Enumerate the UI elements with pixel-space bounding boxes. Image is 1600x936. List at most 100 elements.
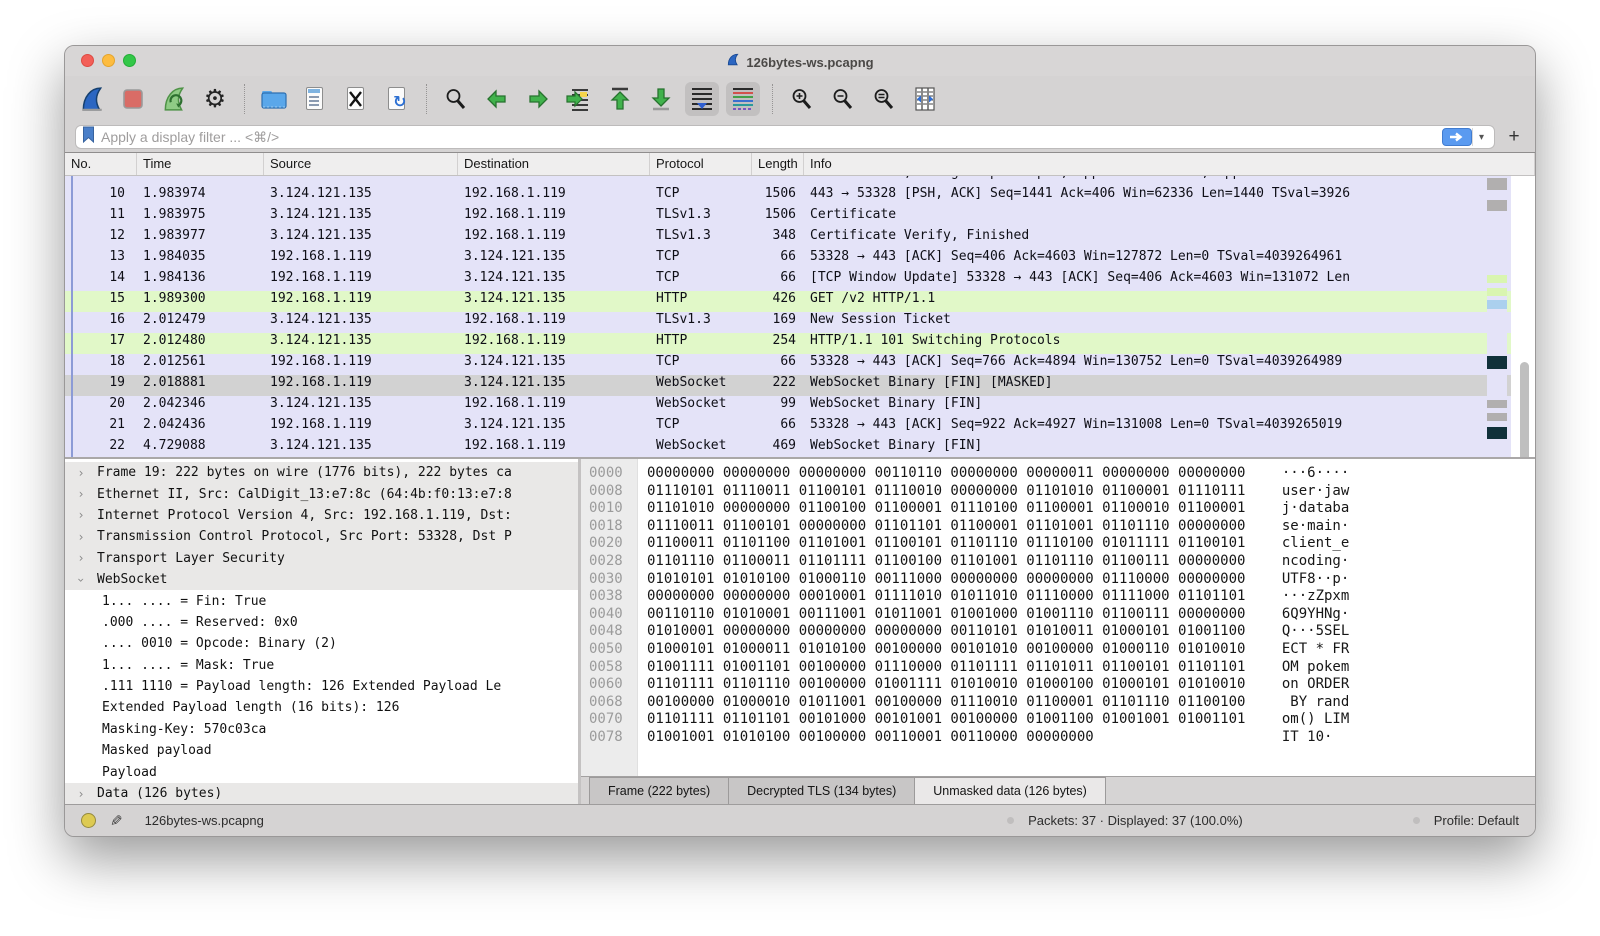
reload-file-icon[interactable]: ↻ [380,82,414,116]
detail-tree-row[interactable]: ›Internet Protocol Version 4, Src: 192.1… [65,505,578,526]
capture-options-icon[interactable]: ⚙ [198,82,232,116]
detail-tree-row[interactable]: ›WebSocket [65,569,578,590]
open-file-icon[interactable] [257,82,291,116]
column-header-info[interactable]: Info [804,153,1535,175]
display-filter-field[interactable]: ▾ [75,125,1495,149]
detail-tree-row[interactable]: Masked payload [65,740,578,761]
binary-row[interactable]: 002001100011 01101100 01101001 01100101 … [581,535,1535,553]
zoom-reset-icon[interactable] [867,82,901,116]
go-last-icon[interactable] [644,82,678,116]
byte-offset: 0050 [589,641,631,659]
auto-scroll-icon[interactable] [685,82,719,116]
binary-row[interactable]: 001001101010 00000000 01100100 01100001 … [581,500,1535,518]
binary-row[interactable]: 006800100000 01000010 01011001 00100000 … [581,694,1535,712]
packet-row[interactable]: 111.9839753.124.121.135192.168.1.119TLSv… [65,207,1511,228]
detail-tree-row[interactable]: Masking-Key: 570c03ca [65,719,578,740]
column-header-source[interactable]: Source [264,153,458,175]
binary-row[interactable]: 003800000000 00000000 00010001 01111010 … [581,588,1535,606]
packet-minimap[interactable] [1487,178,1507,457]
profile-label[interactable]: Profile: Default [1434,813,1519,828]
binary-row[interactable]: 005801001111 01001101 00100000 01110000 … [581,659,1535,677]
packet-row[interactable]: 91.9839733.124.121.135192.168.1.119TLSv1… [65,176,1511,186]
detail-tree-row[interactable]: Payload [65,761,578,782]
detail-tree-row[interactable]: .000 .... = Reserved: 0x0 [65,612,578,633]
detail-tree-row[interactable]: 1... .... = Fin: True [65,590,578,611]
binary-row[interactable]: 004000110110 01010001 00111001 01011001 … [581,606,1535,624]
packet-cell [752,176,804,186]
binary-row[interactable]: 003001010101 01010100 01000110 00111000 … [581,571,1535,589]
packet-cell: TCP [650,186,752,207]
detail-tree-row[interactable]: ›Transport Layer Security [65,548,578,569]
packet-cell: 1.983973 [137,176,264,186]
collapsed-arrow-icon[interactable]: › [74,466,88,480]
binary-row[interactable]: 007801001001 01010100 00100000 00110001 … [581,729,1535,747]
find-packet-icon[interactable] [439,82,473,116]
collapsed-arrow-icon[interactable]: › [74,787,88,801]
packet-row[interactable]: 131.984035192.168.1.1193.124.121.135TCP6… [65,249,1511,270]
collapsed-arrow-icon[interactable]: › [74,551,88,565]
binary-row[interactable]: 001801110011 01100101 00000000 01101101 … [581,518,1535,536]
resize-columns-icon[interactable] [908,82,942,116]
packet-row[interactable]: 192.018881192.168.1.1193.124.121.135WebS… [65,375,1511,396]
bytes-tab[interactable]: Decrypted TLS (134 bytes) [728,777,915,804]
colorize-icon[interactable] [726,82,760,116]
zoom-in-icon[interactable] [785,82,819,116]
binary-row[interactable]: 005001000101 01000011 01010100 00100000 … [581,641,1535,659]
binary-row[interactable]: 007001101111 01101101 00101000 00101001 … [581,711,1535,729]
packet-row[interactable]: 141.984136192.168.1.1193.124.121.135TCP6… [65,270,1511,291]
bytes-tab[interactable]: Frame (222 bytes) [589,777,729,804]
bytes-tab[interactable]: Unmasked data (126 bytes) [914,777,1106,804]
detail-tree-row[interactable]: ›Data (126 bytes) [65,783,578,804]
packet-row[interactable]: 121.9839773.124.121.135192.168.1.119TLSv… [65,228,1511,249]
detail-tree-row[interactable]: .111 1110 = Payload length: 126 Extended… [65,676,578,697]
binary-row[interactable]: 004801010001 00000000 00000000 00000000 … [581,623,1535,641]
packet-row[interactable]: 101.9839743.124.121.135192.168.1.119TCP1… [65,186,1511,207]
collapsed-arrow-icon[interactable]: › [74,508,88,522]
column-header-no[interactable]: No. [65,153,137,175]
detail-tree-row[interactable]: ›Transmission Control Protocol, Src Port… [65,526,578,547]
add-filter-button[interactable]: + [1503,126,1525,148]
detail-tree-row[interactable]: 1... .... = Mask: True [65,655,578,676]
column-header-length[interactable]: Length [752,153,804,175]
restart-capture-icon[interactable] [157,82,191,116]
packet-row[interactable]: 212.042436192.168.1.1193.124.121.135TCP6… [65,417,1511,438]
display-filter-input[interactable] [95,129,1442,145]
packet-list-scrollbar[interactable] [1520,362,1529,457]
apply-filter-button[interactable] [1442,128,1472,146]
go-to-packet-icon[interactable] [562,82,596,116]
binary-row[interactable]: 000801110101 01110011 01100101 01110010 … [581,483,1535,501]
packet-row[interactable]: 182.012561192.168.1.1193.124.121.135TCP6… [65,354,1511,375]
packet-row[interactable]: 162.0124793.124.121.135192.168.1.119TLSv… [65,312,1511,333]
binary-row[interactable]: 000000000000 00000000 00000000 00110110 … [581,465,1535,483]
close-file-icon[interactable] [339,82,373,116]
packet-row[interactable]: 202.0423463.124.121.135192.168.1.119WebS… [65,396,1511,417]
go-back-icon[interactable] [480,82,514,116]
stop-capture-icon[interactable] [116,82,150,116]
collapsed-arrow-icon[interactable]: › [74,530,88,544]
wireshark-fin-icon[interactable] [75,82,109,116]
filter-dropdown-caret[interactable]: ▾ [1472,128,1490,146]
expert-info-icon[interactable] [81,813,96,828]
packet-row[interactable]: 224.7290883.124.121.135192.168.1.119WebS… [65,438,1511,457]
expanded-arrow-icon[interactable]: › [74,573,88,587]
detail-tree-row[interactable]: ›Frame 19: 222 bytes on wire (1776 bits)… [65,462,578,483]
column-header-protocol[interactable]: Protocol [650,153,752,175]
bookmark-icon[interactable] [82,126,95,148]
go-first-icon[interactable] [603,82,637,116]
binary-row[interactable]: 002801101110 01100011 01101111 01100100 … [581,553,1535,571]
save-file-icon[interactable] [298,82,332,116]
title-bar[interactable]: 126bytes-ws.pcapng [65,46,1535,76]
binary-row[interactable]: 006001101111 01101110 00100000 01001111 … [581,676,1535,694]
detail-tree-row[interactable]: ›Ethernet II, Src: CalDigit_13:e7:8c (64… [65,483,578,504]
detail-tree-row[interactable]: Extended Payload length (16 bits): 126 [65,697,578,718]
binary-view[interactable]: 000000000000 00000000 00000000 00110110 … [581,459,1535,776]
collapsed-arrow-icon[interactable]: › [74,487,88,501]
packet-row[interactable]: 172.0124803.124.121.135192.168.1.119HTTP… [65,333,1511,354]
capture-comment-icon[interactable]: ✎ [110,812,123,830]
packet-row[interactable]: 151.989300192.168.1.1193.124.121.135HTTP… [65,291,1511,312]
detail-tree-row[interactable]: .... 0010 = Opcode: Binary (2) [65,633,578,654]
go-forward-icon[interactable] [521,82,555,116]
column-header-time[interactable]: Time [137,153,264,175]
zoom-out-icon[interactable] [826,82,860,116]
column-header-destination[interactable]: Destination [458,153,650,175]
